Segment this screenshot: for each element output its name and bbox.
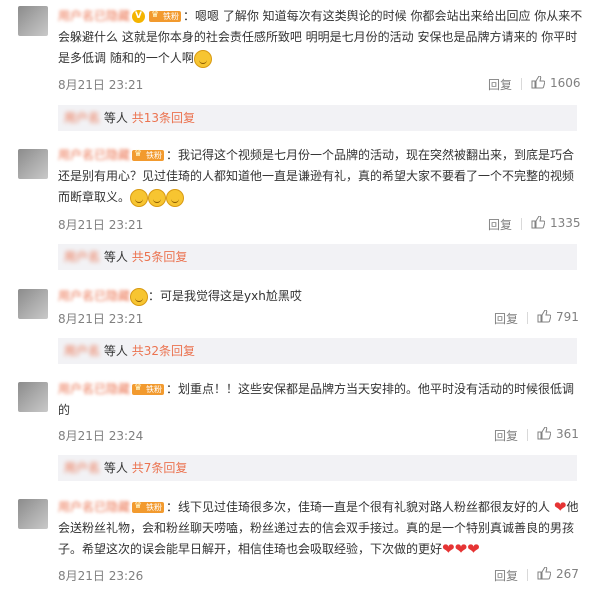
- sub-reply-user: 用户名: [64, 461, 101, 475]
- sub-reply-label: 等人: [103, 344, 128, 358]
- like-button[interactable]: 1606: [531, 76, 581, 90]
- like-button[interactable]: 361: [537, 427, 579, 441]
- comment-body: ：可是我觉得这是yxh尬黑哎: [148, 289, 302, 303]
- divider: [527, 429, 528, 441]
- more-replies-link[interactable]: 共32条回复: [132, 344, 195, 358]
- avatar[interactable]: [18, 289, 48, 319]
- sub-reply-label: 等人: [103, 250, 128, 264]
- like-count: 1606: [550, 76, 581, 90]
- reply-button[interactable]: 回复: [488, 76, 512, 93]
- more-replies-link[interactable]: 共7条回复: [132, 461, 188, 475]
- sub-replies[interactable]: 用户名 等人 共5条回复: [58, 244, 577, 270]
- fan-badge: 铁粉: [132, 149, 165, 161]
- like-count: 361: [556, 427, 579, 441]
- divider: [527, 312, 528, 324]
- like-button[interactable]: 1335: [531, 216, 581, 230]
- avatar[interactable]: [18, 6, 48, 36]
- sub-reply-label: 等人: [103, 111, 128, 125]
- comment-meta: 8月21日 23:21 回复 1335: [58, 216, 585, 234]
- username[interactable]: 用户名已隐藏: [58, 500, 130, 514]
- divider: [521, 218, 522, 230]
- divider: [527, 569, 528, 581]
- more-replies-link[interactable]: 共5条回复: [132, 250, 188, 264]
- more-replies-link[interactable]: 共13条回复: [132, 111, 195, 125]
- timestamp: 8月21日 23:21: [58, 218, 144, 232]
- thumbs-up-icon: [537, 310, 551, 323]
- sub-replies[interactable]: 用户名 等人 共13条回复: [58, 105, 577, 131]
- sub-reply-label: 等人: [103, 461, 128, 475]
- reply-button[interactable]: 回复: [494, 427, 518, 444]
- comment-meta: 8月21日 23:26 回复 267: [58, 567, 585, 585]
- verified-v-icon: V: [132, 10, 146, 23]
- fan-badge: 铁粉: [132, 383, 165, 395]
- reply-button[interactable]: 回复: [494, 567, 518, 584]
- comment-text: 用户名已隐藏 ：可是我觉得这是yxh尬黑哎: [58, 286, 585, 307]
- timestamp: 8月21日 23:26: [58, 569, 144, 583]
- red-heart-icon: ❤: [442, 540, 455, 558]
- sub-replies[interactable]: 用户名 等人 共7条回复: [58, 455, 577, 481]
- timestamp: 8月21日 23:21: [58, 78, 144, 92]
- timestamp: 8月21日 23:24: [58, 429, 144, 443]
- username[interactable]: 用户名已隐藏: [58, 9, 130, 23]
- fan-badge: 铁粉: [149, 10, 182, 22]
- like-count: 267: [556, 567, 579, 581]
- smile-emoji-icon: [130, 188, 149, 207]
- smile-emoji-icon: [148, 188, 167, 207]
- reply-button[interactable]: 回复: [488, 216, 512, 233]
- avatar[interactable]: [18, 382, 48, 412]
- avatar[interactable]: [18, 499, 48, 529]
- divider: [521, 78, 522, 90]
- comment-text: 用户名已隐藏铁粉：我记得这个视频是七月份一个品牌的活动，现在突然被翻出来，到底是…: [58, 145, 585, 208]
- smile-emoji-icon: [166, 188, 185, 207]
- like-count: 1335: [550, 216, 581, 230]
- thumbs-up-icon: [531, 76, 545, 89]
- comment-text: 用户名已隐藏铁粉：线下见过佳琦很多次，佳琦一直是个很有礼貌对路人粉丝都很友好的人…: [58, 497, 585, 560]
- like-button[interactable]: 791: [537, 310, 579, 324]
- sub-reply-user: 用户名: [64, 250, 101, 264]
- thumbs-up-icon: [531, 216, 545, 229]
- fan-badge: 铁粉: [132, 501, 165, 513]
- username[interactable]: 用户名已隐藏: [58, 289, 130, 303]
- like-button[interactable]: 267: [537, 567, 579, 581]
- comment-meta: 8月21日 23:21 回复 1606: [58, 76, 585, 94]
- comment-text: 用户名已隐藏铁粉：划重点！！这些安保都是品牌方当天安排的。他平时没有活动的时候很…: [58, 379, 585, 421]
- red-heart-icon: ❤: [454, 540, 468, 558]
- comment-meta: 8月21日 23:24 回复 361: [58, 427, 585, 445]
- sub-replies[interactable]: 用户名 等人 共32条回复: [58, 338, 577, 364]
- thumbs-up-icon: [537, 567, 551, 580]
- sub-reply-user: 用户名: [64, 344, 101, 358]
- like-count: 791: [556, 310, 579, 324]
- comment-meta: 8月21日 23:21 回复 791: [58, 310, 585, 328]
- avatar[interactable]: [18, 149, 48, 179]
- red-heart-icon: ❤: [553, 498, 567, 516]
- comment-text: 用户名已隐藏V铁粉：嗯嗯 了解你 知道每次有这类舆论的时候 你都会站出来给出回应…: [58, 6, 585, 69]
- red-heart-icon: ❤: [467, 540, 480, 558]
- username[interactable]: 用户名已隐藏: [58, 148, 130, 162]
- timestamp: 8月21日 23:21: [58, 312, 144, 326]
- smile-emoji-icon: [130, 287, 149, 306]
- sub-reply-user: 用户名: [64, 111, 101, 125]
- username[interactable]: 用户名已隐藏: [58, 382, 130, 396]
- reply-button[interactable]: 回复: [494, 310, 518, 327]
- thumbs-up-icon: [537, 427, 551, 440]
- smile-emoji-icon: [193, 49, 212, 68]
- comment-body: ：线下见过佳琦很多次，佳琦一直是个很有礼貌对路人粉丝都很友好的人: [166, 500, 551, 514]
